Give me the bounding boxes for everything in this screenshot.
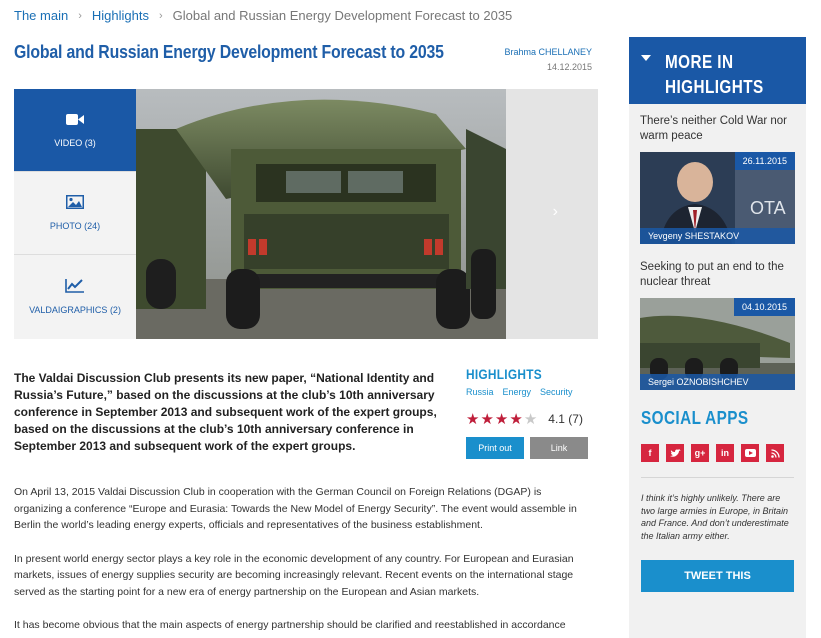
breadcrumb-separator-icon: › — [158, 9, 163, 22]
tweet-this-button[interactable]: TWEET THIS — [641, 560, 794, 592]
tab-video-label: VIDEO (3) — [54, 137, 96, 148]
tag-energy[interactable]: Energy — [503, 387, 532, 397]
sidebar-article-headline[interactable]: There’s neither Cold War nor warm peace — [640, 104, 795, 144]
sidebar-article-thumbnail[interactable]: OTA 26.11.2015 Yevgeny SHESTAKOV — [640, 152, 795, 244]
article-lead: The Valdai Discussion Club presents its … — [14, 371, 437, 453]
breadcrumb-section-link[interactable]: Highlights — [92, 8, 149, 23]
author-last-name: CHELLANEY — [538, 47, 592, 57]
body-paragraph: It has become obvious that the main aspe… — [14, 619, 566, 631]
author-block: Brahma CHELLANEY 14.12.2015 — [504, 47, 592, 72]
sidebar-article: Seeking to put an end to the nuclear thr… — [629, 244, 806, 390]
sidebar-article-thumbnail[interactable]: 04.10.2015 Sergei OZNOBISHCHEV — [640, 298, 795, 390]
breadcrumb-current: Global and Russian Energy Development Fo… — [172, 8, 513, 23]
body-paragraph: In present world energy sector plays a k… — [14, 552, 574, 598]
page-title: Global and Russian Energy Development Fo… — [14, 42, 444, 62]
sidebar: MORE IN HIGHLIGHTS There’s neither Cold … — [629, 37, 806, 638]
more-in-highlights-header[interactable]: MORE IN HIGHLIGHTS — [629, 37, 806, 104]
rating[interactable]: ★ ★ ★ ★ ★ 4.1 (7) — [466, 410, 596, 428]
article-body: On April 13, 2015 Valdai Discussion Club… — [14, 484, 582, 638]
line-chart-icon — [65, 278, 85, 295]
media-gallery: VIDEO (3) PHOTO (24) VALDAIGRAPHICS (2) — [14, 89, 598, 339]
tab-valdaigraphics-label: VALDAIGRAPHICS (2) — [29, 305, 121, 315]
video-camera-icon — [66, 113, 84, 128]
featured-photo[interactable]: › — [136, 89, 598, 339]
tweet-quote: I think it’s highly unlikely. There are … — [641, 493, 789, 541]
rss-icon[interactable] — [766, 444, 784, 462]
social-apps-title: SOCIAL APPS — [641, 408, 749, 428]
tag-list: Russia Energy Security — [466, 387, 596, 397]
tab-photo-label: PHOTO (24) — [49, 221, 101, 231]
publication-date: 14.12.2015 — [546, 62, 592, 72]
social-links: f g+ in — [641, 444, 806, 462]
sidebar-article-date: 26.11.2015 — [734, 152, 795, 170]
print-button[interactable]: Print out — [466, 437, 524, 459]
author-first-name: Brahma — [504, 47, 536, 57]
breadcrumb-home-link[interactable]: The main — [14, 8, 68, 23]
tag-security[interactable]: Security — [540, 387, 573, 397]
twitter-icon[interactable] — [666, 444, 684, 462]
tab-valdaigraphics[interactable]: VALDAIGRAPHICS (2) — [14, 255, 136, 338]
svg-text:OTA: OTA — [750, 198, 786, 218]
facebook-icon[interactable]: f — [641, 444, 659, 462]
image-icon — [66, 195, 84, 211]
star-icon[interactable]: ★ — [509, 410, 522, 428]
more-in-highlights-title: MORE IN HIGHLIGHTS — [665, 52, 764, 97]
sidebar-article-date: 04.10.2015 — [733, 298, 795, 316]
body-paragraph: On April 13, 2015 Valdai Discussion Club… — [14, 486, 577, 531]
star-icon[interactable]: ★ — [495, 410, 508, 428]
sidebar-article: There’s neither Cold War nor warm peace … — [629, 104, 806, 244]
tab-video[interactable]: VIDEO (3) — [14, 89, 136, 172]
star-icon[interactable]: ★ — [466, 410, 479, 428]
youtube-icon[interactable] — [741, 444, 759, 462]
triangle-down-icon — [641, 55, 651, 61]
author-name[interactable]: Brahma CHELLANEY — [504, 47, 592, 57]
highlights-title: HIGHLIGHTS — [466, 366, 542, 382]
sidebar-article-author: Sergei OZNOBISHCHEV — [640, 374, 795, 390]
link-button[interactable]: Link — [530, 437, 588, 459]
star-icon[interactable]: ★ — [480, 410, 493, 428]
highlights-box: HIGHLIGHTS Russia Energy Security ★ ★ ★ … — [466, 366, 596, 459]
sidebar-article-author: Yevgeny SHESTAKOV — [640, 228, 795, 244]
tab-photo[interactable]: PHOTO (24) — [14, 172, 136, 255]
article-actions: Print out Link — [466, 437, 596, 459]
tag-russia[interactable]: Russia — [466, 387, 494, 397]
rating-value: 4.1 (7) — [548, 412, 583, 426]
next-arrow-icon[interactable]: › — [553, 203, 558, 221]
media-tabs: VIDEO (3) PHOTO (24) VALDAIGRAPHICS (2) — [14, 89, 136, 339]
divider — [641, 477, 794, 478]
breadcrumb-separator-icon: › — [78, 9, 82, 22]
linkedin-icon[interactable]: in — [716, 444, 734, 462]
sidebar-article-headline[interactable]: Seeking to put an end to the nuclear thr… — [640, 244, 795, 290]
breadcrumb: The main › Highlights › Global and Russi… — [14, 8, 512, 23]
google-plus-icon[interactable]: g+ — [691, 444, 709, 462]
star-empty-icon[interactable]: ★ — [524, 410, 537, 428]
